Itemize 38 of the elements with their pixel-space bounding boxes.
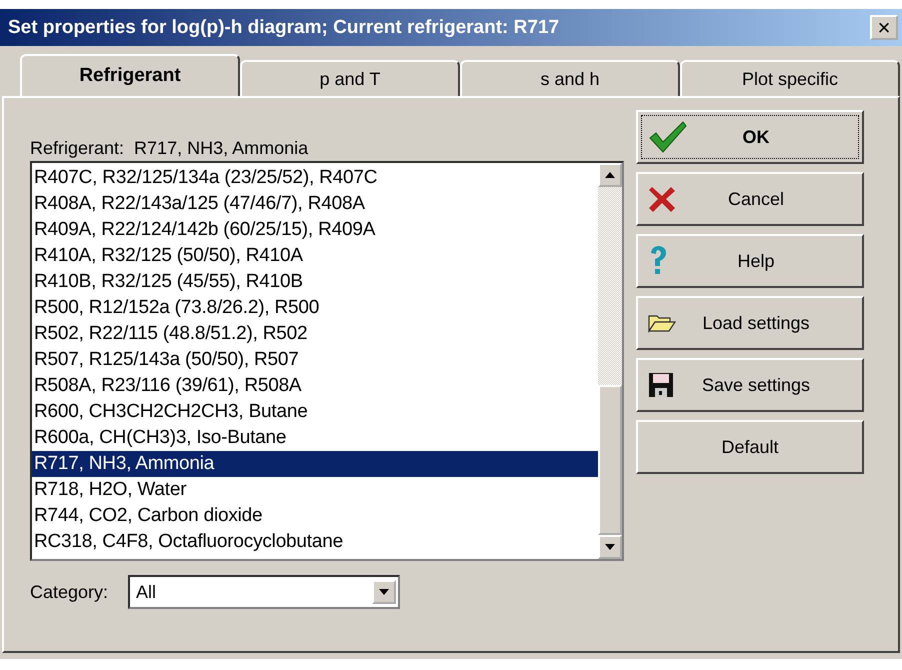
help-button[interactable]: Help [636, 234, 864, 288]
list-item[interactable]: R408A, R22/143a/125 (47/46/7), R408A [32, 191, 598, 217]
list-item[interactable]: R410B, R32/125 (45/55), R410B [32, 269, 598, 295]
list-item[interactable]: R410A, R32/125 (50/50), R410A [32, 243, 598, 269]
dropdown-arrow-icon[interactable] [379, 589, 390, 595]
tab[interactable]: s and h [460, 60, 680, 96]
tab[interactable]: p and T [240, 60, 460, 96]
list-item[interactable]: R718, H2O, Water [32, 477, 598, 503]
list-item[interactable]: R409A, R22/124/142b (60/25/15), R409A [32, 217, 598, 243]
cancel-button[interactable]: Cancel [636, 172, 864, 226]
scroll-up-icon[interactable] [605, 172, 615, 178]
list-item[interactable]: R502, R22/115 (48.8/51.2), R502 [32, 321, 598, 347]
tab[interactable]: Plot specific [680, 60, 900, 96]
folder-icon [648, 313, 676, 333]
cross-icon [648, 185, 676, 213]
default-button[interactable]: Default [636, 420, 864, 474]
list-item[interactable]: R744, CO2, Carbon dioxide [32, 503, 598, 529]
category-label: Category: [30, 582, 108, 602]
question-mark-icon [648, 245, 668, 277]
list-item[interactable]: R508A, R23/116 (39/61), R508A [32, 373, 598, 399]
scrollbar[interactable] [598, 163, 622, 559]
window-title: Set properties for log(p)-h diagram; Current refrigerant: R717 [8, 16, 560, 38]
save-button[interactable]: Save settings [636, 358, 864, 412]
list-item[interactable]: R407C, R32/125/134a (23/25/52), R407C [32, 165, 598, 191]
refrigerant-label: Refrigerant: R717, NH3, Ammonia [30, 138, 310, 159]
category-dropdown[interactable]: All [128, 575, 400, 609]
list-item[interactable]: RC318, C4F8, Octafluorocyclobutane [32, 529, 598, 555]
tab[interactable]: Refrigerant [20, 54, 240, 96]
list-item[interactable]: R600a, CH(CH3)3, Iso-Butane [32, 425, 598, 451]
list-item[interactable]: R600, CH3CH2CH2CH3, Butane [32, 399, 598, 425]
scroll-down-icon[interactable] [605, 544, 615, 550]
list-item[interactable]: R500, R12/152a (73.8/26.2), R500 [32, 295, 598, 321]
list-item[interactable]: R507, R125/143a (50/50), R507 [32, 347, 598, 373]
close-button[interactable]: × [870, 15, 898, 40]
ok-button[interactable]: OK [636, 110, 864, 164]
load-button[interactable]: Load settings [636, 296, 864, 350]
checkmark-icon [648, 120, 688, 154]
list-item[interactable]: R717, NH3, Ammonia [32, 451, 598, 477]
